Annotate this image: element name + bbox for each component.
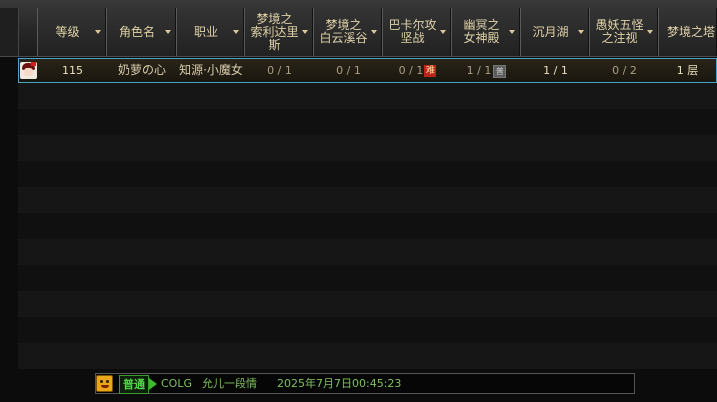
cell-fiveghouls: 0 / 2 <box>612 64 637 77</box>
empty-row <box>18 343 717 369</box>
column-header-level[interactable]: 等级 <box>37 8 106 56</box>
cell-name: 奶萝の心 <box>117 63 166 77</box>
sort-arrow-icon <box>95 30 101 34</box>
cell-goddess: 1 / 1普 <box>452 59 521 82</box>
header-corner <box>0 8 19 56</box>
empty-row <box>18 135 717 161</box>
chat-sender[interactable]: COLG <box>161 374 192 393</box>
cell-moonlake: 1 / 1 <box>543 64 568 77</box>
column-header-fiveghouls[interactable]: 愚妖五怪 之注视 <box>589 8 658 56</box>
table-body <box>18 57 717 371</box>
empty-row <box>18 317 717 343</box>
cell-baiyun: 0 / 1 <box>336 64 361 77</box>
column-header-baiyun[interactable]: 梦境之 白云溪谷 <box>313 8 382 56</box>
cell-level: 115 <box>62 64 83 77</box>
sort-arrow-icon <box>233 30 239 34</box>
empty-row <box>18 239 717 265</box>
empty-row <box>18 187 717 213</box>
normal-mode-badge: 普 <box>493 64 507 78</box>
chevron-right-icon <box>149 378 157 390</box>
sort-arrow-icon <box>165 30 171 34</box>
column-header-name[interactable]: 角色名 <box>106 8 176 56</box>
column-header-dreamtower[interactable]: 梦境之塔 <box>658 8 717 56</box>
sort-arrow-icon <box>440 30 446 34</box>
chat-message-bar: 普通 COLG 允儿一段情 2025年7月7日00:45:23 <box>95 373 635 394</box>
table-row[interactable]: 115 奶萝の心 知源·小魔女 0 / 1 0 / 1 0 / 1难 1 / 1… <box>18 58 717 83</box>
empty-row <box>18 291 717 317</box>
sort-arrow-icon <box>509 30 515 34</box>
column-header-solidaris[interactable]: 梦境之 索利达里 斯 <box>244 8 313 56</box>
column-header-moonlake[interactable]: 沉月湖 <box>520 8 589 56</box>
sort-arrow-icon <box>647 30 653 34</box>
cell-bakal: 0 / 1难 <box>398 64 437 77</box>
cell-job: 知源·小魔女 <box>179 63 243 77</box>
table-header: 等级 角色名 职业 梦境之 索利达里 斯 梦境之 白云溪谷 巴卡尔攻 坚战 幽冥… <box>0 0 717 57</box>
chat-timestamp: 2025年7月7日00:45:23 <box>277 377 402 390</box>
empty-row <box>18 161 717 187</box>
hard-mode-badge: 难 <box>424 65 437 77</box>
cell-dreamtower: 1 层 <box>676 64 699 77</box>
emoji-icon[interactable] <box>96 375 113 392</box>
empty-row <box>18 213 717 239</box>
column-header-bakal[interactable]: 巴卡尔攻 坚战 <box>382 8 451 56</box>
column-header-goddess[interactable]: 幽冥之 女神殿 <box>451 8 520 56</box>
chat-channel-tag[interactable]: 普通 <box>119 375 149 394</box>
chat-message-text: 允儿一段情 <box>202 377 257 390</box>
empty-row <box>18 109 717 135</box>
sort-arrow-icon <box>371 30 377 34</box>
empty-row <box>18 265 717 291</box>
column-header-job[interactable]: 职业 <box>176 8 244 56</box>
sort-arrow-icon <box>578 30 584 34</box>
sort-arrow-icon <box>302 30 308 34</box>
empty-row <box>18 83 717 109</box>
character-avatar <box>20 62 37 79</box>
cell-solidaris: 0 / 1 <box>267 64 292 77</box>
